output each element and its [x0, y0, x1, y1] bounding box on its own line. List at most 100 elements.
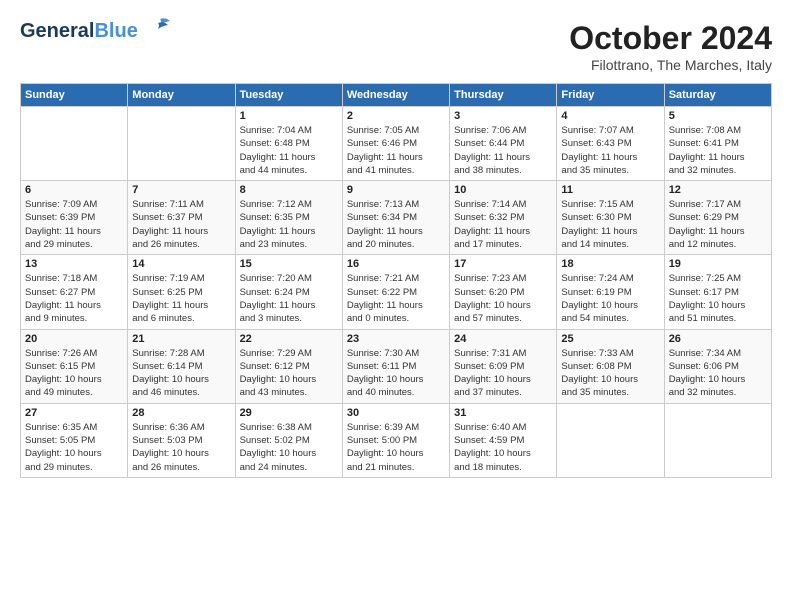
day-info: Sunrise: 7:05 AM Sunset: 6:46 PM Dayligh…: [347, 124, 445, 177]
day-number: 24: [454, 333, 552, 345]
day-info: Sunrise: 7:12 AM Sunset: 6:35 PM Dayligh…: [240, 198, 338, 251]
calendar-cell: 27Sunrise: 6:35 AM Sunset: 5:05 PM Dayli…: [21, 403, 128, 477]
day-info: Sunrise: 6:38 AM Sunset: 5:02 PM Dayligh…: [240, 421, 338, 474]
calendar-cell: [21, 107, 128, 181]
weekday-header-row: SundayMondayTuesdayWednesdayThursdayFrid…: [21, 84, 772, 107]
calendar-cell: 19 Sunrise: 7:25 AM Sunset: 6:17 PM Dayli…: [664, 255, 771, 329]
day-info: Sunrise: 7:07 AM Sunset: 6:43 PM Dayligh…: [561, 124, 659, 177]
day-number: 8: [240, 184, 338, 196]
day-number: 14: [132, 258, 230, 270]
day-info: Sunrise: 7:26 AM Sunset: 6:15 PM Dayligh…: [25, 347, 123, 400]
calendar-cell: [557, 403, 664, 477]
calendar-cell: 9 Sunrise: 7:13 AM Sunset: 6:34 PM Daylig…: [342, 181, 449, 255]
calendar-cell: 21 Sunrise: 7:28 AM Sunset: 6:14 PM Dayli…: [128, 329, 235, 403]
calendar-cell: 8 Sunrise: 7:12 AM Sunset: 6:35 PM Daylig…: [235, 181, 342, 255]
day-info: Sunrise: 7:08 AM Sunset: 6:41 PM Dayligh…: [669, 124, 767, 177]
day-info: Sunrise: 7:34 AM Sunset: 6:06 PM Dayligh…: [669, 347, 767, 400]
title-area: October 2024 Filottrano, The Marches, It…: [569, 20, 772, 73]
calendar-cell: 15Sunrise: 7:20 AM Sunset: 6:24 PM Dayli…: [235, 255, 342, 329]
day-number: 23: [347, 333, 445, 345]
day-number: 18: [561, 258, 659, 270]
calendar-cell: 31Sunrise: 6:40 AM Sunset: 4:59 PM Dayli…: [450, 403, 557, 477]
calendar-cell: 3Sunrise: 7:06 AM Sunset: 6:44 PM Daylig…: [450, 107, 557, 181]
day-number: 7: [132, 184, 230, 196]
location: Filottrano, The Marches, Italy: [569, 57, 772, 73]
day-info: Sunrise: 7:09 AM Sunset: 6:39 PM Dayligh…: [25, 198, 123, 251]
day-info: Sunrise: 7:20 AM Sunset: 6:24 PM Dayligh…: [240, 272, 338, 325]
day-info: Sunrise: 7:18 AM Sunset: 6:27 PM Dayligh…: [25, 272, 123, 325]
day-number: 21: [132, 333, 230, 345]
weekday-header-wednesday: Wednesday: [342, 84, 449, 107]
day-info: Sunrise: 7:24 AM Sunset: 6:19 PM Dayligh…: [561, 272, 659, 325]
calendar-week-row: 27Sunrise: 6:35 AM Sunset: 5:05 PM Dayli…: [21, 403, 772, 477]
calendar-cell: 23Sunrise: 7:30 AM Sunset: 6:11 PM Dayli…: [342, 329, 449, 403]
calendar-cell: 6 Sunrise: 7:09 AM Sunset: 6:39 PM Daylig…: [21, 181, 128, 255]
day-number: 22: [240, 333, 338, 345]
weekday-header-sunday: Sunday: [21, 84, 128, 107]
calendar-cell: 12 Sunrise: 7:17 AM Sunset: 6:29 PM Dayli…: [664, 181, 771, 255]
day-info: Sunrise: 7:17 AM Sunset: 6:29 PM Dayligh…: [669, 198, 767, 251]
calendar-cell: 4 Sunrise: 7:07 AM Sunset: 6:43 PM Daylig…: [557, 107, 664, 181]
day-info: Sunrise: 7:19 AM Sunset: 6:25 PM Dayligh…: [132, 272, 230, 325]
calendar-week-row: 13Sunrise: 7:18 AM Sunset: 6:27 PM Dayli…: [21, 255, 772, 329]
calendar-cell: 7Sunrise: 7:11 AM Sunset: 6:37 PM Daylig…: [128, 181, 235, 255]
weekday-header-monday: Monday: [128, 84, 235, 107]
calendar-cell: 10Sunrise: 7:14 AM Sunset: 6:32 PM Dayli…: [450, 181, 557, 255]
day-info: Sunrise: 7:04 AM Sunset: 6:48 PM Dayligh…: [240, 124, 338, 177]
weekday-header-saturday: Saturday: [664, 84, 771, 107]
day-number: 16: [347, 258, 445, 270]
weekday-header-friday: Friday: [557, 84, 664, 107]
logo-blue: Blue: [94, 20, 137, 42]
calendar-cell: 14 Sunrise: 7:19 AM Sunset: 6:25 PM Dayli…: [128, 255, 235, 329]
day-info: Sunrise: 7:28 AM Sunset: 6:14 PM Dayligh…: [132, 347, 230, 400]
day-number: 3: [454, 110, 552, 122]
calendar-cell: 29 Sunrise: 6:38 AM Sunset: 5:02 PM Dayli…: [235, 403, 342, 477]
calendar-cell: 20 Sunrise: 7:26 AM Sunset: 6:15 PM Dayli…: [21, 329, 128, 403]
day-number: 6: [25, 184, 123, 196]
day-number: 17: [454, 258, 552, 270]
calendar-week-row: 20 Sunrise: 7:26 AM Sunset: 6:15 PM Dayli…: [21, 329, 772, 403]
calendar-cell: 18 Sunrise: 7:24 AM Sunset: 6:19 PM Dayli…: [557, 255, 664, 329]
calendar-cell: 1 Sunrise: 7:04 AM Sunset: 6:48 PM Daylig…: [235, 107, 342, 181]
day-info: Sunrise: 7:23 AM Sunset: 6:20 PM Dayligh…: [454, 272, 552, 325]
day-info: Sunrise: 7:13 AM Sunset: 6:34 PM Dayligh…: [347, 198, 445, 251]
day-number: 5: [669, 110, 767, 122]
calendar-cell: 22Sunrise: 7:29 AM Sunset: 6:12 PM Dayli…: [235, 329, 342, 403]
day-info: Sunrise: 7:15 AM Sunset: 6:30 PM Dayligh…: [561, 198, 659, 251]
calendar-cell: 24 Sunrise: 7:31 AM Sunset: 6:09 PM Dayli…: [450, 329, 557, 403]
weekday-header-tuesday: Tuesday: [235, 84, 342, 107]
day-number: 9: [347, 184, 445, 196]
calendar-cell: [128, 107, 235, 181]
day-number: 4: [561, 110, 659, 122]
calendar-table: SundayMondayTuesdayWednesdayThursdayFrid…: [20, 83, 772, 478]
day-number: 25: [561, 333, 659, 345]
calendar-cell: 30 Sunrise: 6:39 AM Sunset: 5:00 PM Dayli…: [342, 403, 449, 477]
day-number: 31: [454, 407, 552, 419]
calendar-cell: 5 Sunrise: 7:08 AM Sunset: 6:41 PM Daylig…: [664, 107, 771, 181]
day-info: Sunrise: 7:31 AM Sunset: 6:09 PM Dayligh…: [454, 347, 552, 400]
logo-general: General: [20, 20, 94, 42]
day-info: Sunrise: 7:33 AM Sunset: 6:08 PM Dayligh…: [561, 347, 659, 400]
calendar-cell: 11 Sunrise: 7:15 AM Sunset: 6:30 PM Dayli…: [557, 181, 664, 255]
day-number: 30: [347, 407, 445, 419]
calendar-cell: 26Sunrise: 7:34 AM Sunset: 6:06 PM Dayli…: [664, 329, 771, 403]
day-number: 1: [240, 110, 338, 122]
day-number: 2: [347, 110, 445, 122]
day-number: 11: [561, 184, 659, 196]
calendar-week-row: 1 Sunrise: 7:04 AM Sunset: 6:48 PM Daylig…: [21, 107, 772, 181]
day-number: 20: [25, 333, 123, 345]
day-info: Sunrise: 6:39 AM Sunset: 5:00 PM Dayligh…: [347, 421, 445, 474]
logo: GeneralBlue: [20, 20, 172, 42]
month-title: October 2024: [569, 20, 772, 57]
calendar-cell: 17 Sunrise: 7:23 AM Sunset: 6:20 PM Dayli…: [450, 255, 557, 329]
day-info: Sunrise: 7:21 AM Sunset: 6:22 PM Dayligh…: [347, 272, 445, 325]
day-info: Sunrise: 7:25 AM Sunset: 6:17 PM Dayligh…: [669, 272, 767, 325]
calendar-cell: 2 Sunrise: 7:05 AM Sunset: 6:46 PM Daylig…: [342, 107, 449, 181]
day-number: 12: [669, 184, 767, 196]
calendar-cell: 16 Sunrise: 7:21 AM Sunset: 6:22 PM Dayli…: [342, 255, 449, 329]
day-number: 27: [25, 407, 123, 419]
calendar-cell: [664, 403, 771, 477]
day-number: 19: [669, 258, 767, 270]
day-info: Sunrise: 6:36 AM Sunset: 5:03 PM Dayligh…: [132, 421, 230, 474]
day-number: 29: [240, 407, 338, 419]
